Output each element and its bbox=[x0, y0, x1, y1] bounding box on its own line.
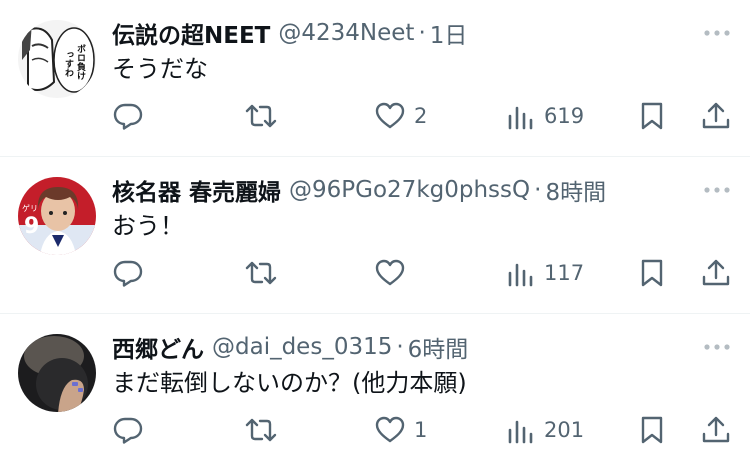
share-button[interactable] bbox=[700, 410, 732, 450]
avatar-image bbox=[18, 334, 96, 412]
tweet-text: まだ転倒しないのか？(他力本願) bbox=[112, 369, 467, 397]
user-handle[interactable]: @dai_des_0315 bbox=[212, 334, 392, 360]
avatar-image: ゲリ 9 bbox=[18, 177, 96, 255]
like-button[interactable]: 1 bbox=[374, 410, 427, 450]
svg-text:っすわ: っすわ bbox=[63, 50, 74, 77]
reply-button[interactable] bbox=[112, 410, 152, 450]
share-icon bbox=[702, 416, 730, 443]
separator-dot: · bbox=[396, 334, 404, 360]
views-icon bbox=[508, 420, 533, 444]
retweet-icon bbox=[245, 104, 277, 128]
user-handle[interactable]: @96PGo27kg0phssQ bbox=[289, 177, 530, 203]
display-name[interactable]: 伝説の超NEET bbox=[112, 16, 270, 50]
heart-icon bbox=[375, 259, 405, 286]
views-icon bbox=[508, 106, 533, 130]
avatar[interactable] bbox=[18, 334, 96, 412]
share-icon bbox=[702, 259, 730, 286]
view-count: 117 bbox=[544, 261, 585, 285]
views-button[interactable]: 117 bbox=[506, 253, 584, 293]
display-name[interactable]: 西郷どん bbox=[112, 330, 204, 364]
heart-icon bbox=[375, 102, 405, 129]
separator-dot: · bbox=[418, 20, 426, 46]
action-bar: 1 201 bbox=[0, 410, 750, 450]
reply-button[interactable] bbox=[112, 96, 152, 136]
tweet-header: 西郷どん @dai_des_0315 · 6時間 bbox=[112, 330, 700, 364]
reply-icon bbox=[113, 417, 143, 444]
retweet-icon bbox=[245, 418, 277, 442]
views-button[interactable]: 201 bbox=[506, 410, 584, 450]
tweet-header: 核名器 春売麗婦 @96PGo27kg0phssQ · 8時間 bbox=[112, 173, 700, 207]
tweet-header: 伝説の超NEET @4234Neet · 1日 bbox=[112, 16, 700, 50]
separator-dot: · bbox=[534, 177, 542, 203]
bookmark-button[interactable] bbox=[638, 410, 666, 450]
retweet-button[interactable] bbox=[244, 253, 286, 293]
views-icon bbox=[508, 263, 533, 287]
bookmark-icon bbox=[641, 416, 663, 444]
timestamp[interactable]: 8時間 bbox=[545, 173, 606, 207]
share-button[interactable] bbox=[700, 253, 732, 293]
like-count: 1 bbox=[414, 418, 428, 442]
tweet-text: そうだな bbox=[112, 55, 208, 83]
bookmark-icon bbox=[641, 259, 663, 287]
display-name[interactable]: 核名器 春売麗婦 bbox=[112, 173, 281, 207]
action-bar: 117 bbox=[0, 253, 750, 293]
svg-text:ボロ負け: ボロ負け bbox=[75, 43, 86, 81]
view-count: 619 bbox=[544, 104, 585, 128]
like-button[interactable] bbox=[374, 253, 414, 293]
user-handle[interactable]: @4234Neet bbox=[278, 20, 414, 46]
tweet[interactable]: ゲリ 9 核名器 春売麗婦 @96PGo27kg0phssQ · 8時間 おう！… bbox=[0, 157, 750, 314]
reply-button[interactable] bbox=[112, 253, 152, 293]
like-button[interactable]: 2 bbox=[374, 96, 427, 136]
timestamp[interactable]: 6時間 bbox=[408, 330, 469, 364]
bookmark-button[interactable] bbox=[638, 253, 666, 293]
avatar[interactable]: ボロ負け っすわ bbox=[18, 20, 96, 98]
more-icon[interactable] bbox=[702, 181, 732, 199]
more-icon[interactable] bbox=[702, 338, 732, 356]
views-button[interactable]: 619 bbox=[506, 96, 584, 136]
share-button[interactable] bbox=[700, 96, 732, 136]
like-count: 2 bbox=[414, 104, 428, 128]
reply-icon bbox=[113, 103, 143, 130]
retweet-button[interactable] bbox=[244, 410, 286, 450]
tweet-text: おう！ bbox=[112, 212, 184, 240]
bookmark-button[interactable] bbox=[638, 96, 666, 136]
retweet-button[interactable] bbox=[244, 96, 286, 136]
avatar[interactable]: ゲリ 9 bbox=[18, 177, 96, 255]
tweet[interactable]: ボロ負け っすわ 伝説の超NEET @4234Neet · 1日 そうだな 2 … bbox=[0, 0, 750, 157]
more-icon[interactable] bbox=[702, 24, 732, 42]
tweet[interactable]: 西郷どん @dai_des_0315 · 6時間 まだ転倒しないのか？(他力本願… bbox=[0, 314, 750, 471]
view-count: 201 bbox=[544, 418, 585, 442]
reply-icon bbox=[113, 260, 143, 287]
avatar-image: ボロ負け っすわ bbox=[18, 20, 96, 98]
bookmark-icon bbox=[641, 102, 663, 130]
action-bar: 2 619 bbox=[0, 96, 750, 136]
svg-text:ゲリ: ゲリ bbox=[22, 203, 38, 213]
share-icon bbox=[702, 102, 730, 129]
timestamp[interactable]: 1日 bbox=[430, 16, 468, 50]
svg-text:9: 9 bbox=[24, 214, 39, 239]
heart-icon bbox=[375, 416, 405, 443]
retweet-icon bbox=[245, 261, 277, 285]
